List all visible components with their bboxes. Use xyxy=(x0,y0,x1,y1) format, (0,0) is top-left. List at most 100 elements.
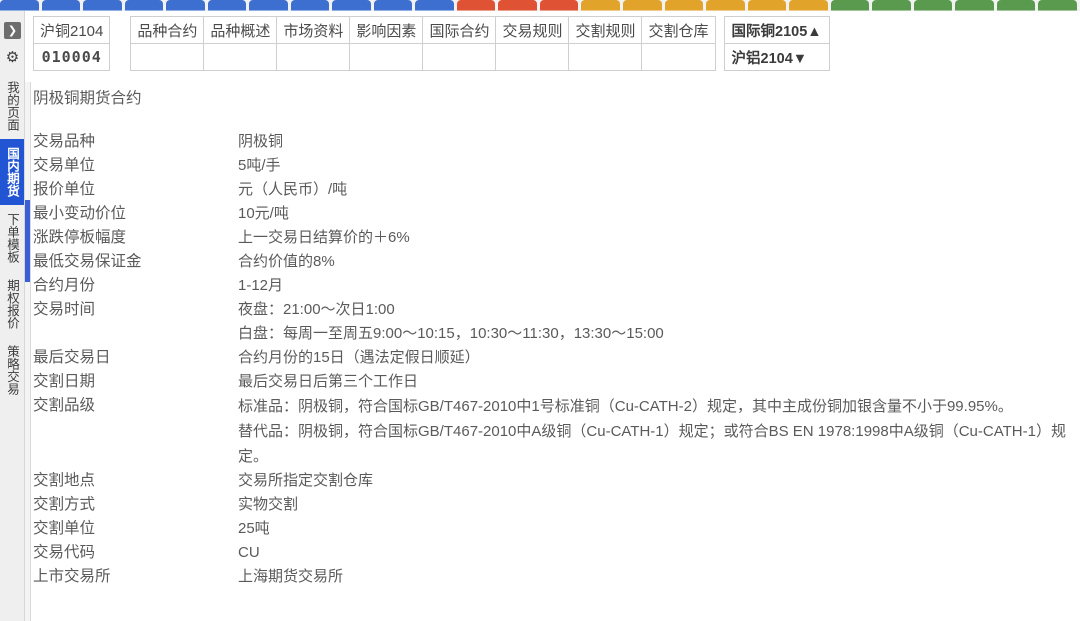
top-tab-blue-tabs-10[interactable] xyxy=(373,0,413,11)
sidebar-item-2[interactable]: 国内期货 xyxy=(0,139,24,205)
spec-value: 实物交割 xyxy=(238,493,298,517)
sidebar-item-3[interactable]: 下单模板 xyxy=(0,205,24,271)
spec-value-text: CU xyxy=(238,544,260,561)
spec-value: 最后交易日后第三个工作日 xyxy=(238,370,418,394)
sidebar-item-5[interactable]: 策略交易 xyxy=(0,337,24,403)
tab-jiaoyi-guize[interactable]: 交易规则 xyxy=(495,16,570,44)
top-tab-red-tabs-1[interactable] xyxy=(456,0,496,11)
quote-item-hulv[interactable]: 沪铝2104▼ xyxy=(723,43,830,71)
top-tab-green-tabs-1[interactable] xyxy=(830,0,870,11)
top-tab-orange-tabs-5[interactable] xyxy=(747,0,787,11)
spec-value-text: 交易所指定交割仓库 xyxy=(238,472,374,489)
spec-row: 交割单位 25吨 xyxy=(33,517,1073,541)
tab-jiaoge-cangku[interactable]: 交割仓库 xyxy=(641,16,716,44)
spec-label: 报价单位 xyxy=(33,181,96,198)
spec-value: 交易所指定交割仓库 xyxy=(238,469,373,493)
top-tab-red-tabs-3[interactable] xyxy=(539,0,579,11)
spec-label: 交易单位 xyxy=(33,157,96,174)
top-tab-green-tabs-5[interactable] xyxy=(996,0,1036,11)
spec-value-text: 1-12月 xyxy=(238,277,284,294)
sidebar-item-4[interactable]: 期权报价 xyxy=(0,271,24,337)
spec-row: 涨跌停板幅度 上一交易日结算价的＋6% xyxy=(33,226,1073,250)
top-tab-blue-tabs-5[interactable] xyxy=(166,0,205,11)
spec-label: 交易品种 xyxy=(33,133,96,150)
top-tab-blue-tabs-7[interactable] xyxy=(249,0,288,11)
spec-row: 交易品种 阴极铜 xyxy=(33,130,1073,154)
spec-value-text: 上海期货交易所 xyxy=(238,568,344,585)
quote-row-1[interactable]: 国际铜2105▲ xyxy=(723,16,830,44)
spec-label: 交易代码 xyxy=(33,544,96,561)
top-tab-blue-tabs-1[interactable] xyxy=(0,0,39,11)
spec-value-text: 实物交割 xyxy=(238,496,299,513)
top-tab-blue-tabs-9[interactable] xyxy=(332,0,371,11)
sidebar-item-list: 我的页面 国内期货 下单模板期权报价策略交易 xyxy=(0,73,24,403)
quote-list-table: 国际铜2105▲ 沪铝2104▼ xyxy=(723,16,830,71)
top-tab-blue-tabs-8[interactable] xyxy=(290,0,330,11)
top-tab-green-tabs-2[interactable] xyxy=(872,0,911,11)
page-title: 阴极铜期货合约 xyxy=(33,90,142,107)
left-sidebar: ❯ ⚙ 我的页面 国内期货 下单模板期权报价策略交易 xyxy=(0,11,25,621)
sidebar-collapse-icon[interactable]: ❯ xyxy=(4,22,21,39)
instrument-name-cell[interactable]: 沪铜2104 xyxy=(32,16,111,44)
top-tab-blue-tabs-3[interactable] xyxy=(83,0,122,11)
top-tab-green-tabs-3[interactable] xyxy=(913,0,953,11)
top-tab-blue-tabs-4[interactable] xyxy=(124,0,164,11)
tab-underlay-8 xyxy=(641,43,716,71)
spec-label: 上市交易所 xyxy=(33,568,111,585)
quote-item-guojitong[interactable]: 国际铜2105▲ xyxy=(723,16,830,44)
top-tab-green-tabs-6[interactable] xyxy=(1038,0,1077,11)
top-tab-blue-tabs-6[interactable] xyxy=(207,0,247,11)
spec-value: 10元/吨 xyxy=(238,202,289,226)
tab-pinzhong-gaishu[interactable]: 品种概述 xyxy=(203,16,278,44)
spec-row: 交易代码 CU xyxy=(33,541,1073,565)
spec-value: 合约月份的15日（遇法定假日顺延） xyxy=(238,346,480,370)
spec-row: 交易单位 5吨/手 xyxy=(33,154,1073,178)
spec-row: 报价单位 元（人民币）/吨 xyxy=(33,178,1073,202)
sidebar-item-label: 策略交易 xyxy=(5,345,19,395)
spec-row: 交割地点 交易所指定交割仓库 xyxy=(33,469,1073,493)
spec-row: 交割日期 最后交易日后第三个工作日 xyxy=(33,370,1073,394)
tab-gap-2 xyxy=(110,44,131,71)
top-tab-blue-tabs-2[interactable] xyxy=(41,0,81,11)
spec-value-text: 标准品：阴极铜，符合国标GB/T467-2010中1号标准铜（Cu-CATH-2… xyxy=(238,398,1013,415)
spec-label: 最低交易保证金 xyxy=(33,253,142,270)
top-tab-orange-tabs-1[interactable] xyxy=(581,0,620,11)
sidebar-item-1[interactable]: 我的页面 xyxy=(0,73,24,139)
spec-label: 合约月份 xyxy=(33,277,96,294)
spec-value-text: 最后交易日后第三个工作日 xyxy=(238,373,419,390)
tab-underlay-2 xyxy=(203,43,278,71)
top-tab-orange-tabs-3[interactable] xyxy=(664,0,704,11)
tab-guoji-heyue[interactable]: 国际合约 xyxy=(422,16,497,44)
spec-value: 25吨 xyxy=(238,517,270,541)
spec-value-text: 5吨/手 xyxy=(238,157,281,174)
spec-value-text: 阴极铜 xyxy=(238,133,284,150)
spec-value: 合约价值的8% xyxy=(238,250,335,274)
header-tab-area: 沪铜2104 品种合约 品种概述 市场资料 影响因素 国际合约 交易规则 交割规… xyxy=(32,16,830,71)
spec-label: 交割方式 xyxy=(33,496,96,513)
top-tab-orange-tabs-2[interactable] xyxy=(622,0,662,11)
spec-label: 交割品级 xyxy=(33,397,96,414)
sidebar-item-label: 期权报价 xyxy=(5,279,19,329)
spec-value-text: 合约价值的8% xyxy=(238,253,335,270)
tab-yingxiang-yinsu[interactable]: 影响因素 xyxy=(349,16,424,44)
top-tab-orange-tabs-4[interactable] xyxy=(706,0,745,11)
spec-value-text: 25吨 xyxy=(238,520,270,537)
gear-icon[interactable]: ⚙ xyxy=(4,49,21,66)
top-tab-orange-tabs-6[interactable] xyxy=(789,0,828,11)
tab-gap xyxy=(110,17,131,44)
tab-jiaoge-guize[interactable]: 交割规则 xyxy=(568,16,643,44)
instrument-tab-table: 沪铜2104 品种合约 品种概述 市场资料 影响因素 国际合约 交易规则 交割规… xyxy=(32,16,716,71)
top-tab-green-tabs-4[interactable] xyxy=(955,0,994,11)
spec-value-text: 合约月份的15日（遇法定假日顺延） xyxy=(238,349,480,366)
top-tab-red-tabs-2[interactable] xyxy=(498,0,537,11)
tab-shichang-ziliao[interactable]: 市场资料 xyxy=(276,16,351,44)
tab-pinzhong-heyue[interactable]: 品种合约 xyxy=(130,16,205,44)
spec-row: 交割品级 标准品：阴极铜，符合国标GB/T467-2010中1号标准铜（Cu-CA… xyxy=(33,394,1073,469)
top-tab-blue-tabs-11[interactable] xyxy=(415,0,454,11)
spec-value-text: 10元/吨 xyxy=(238,205,289,222)
quote-row-2[interactable]: 沪铝2104▼ xyxy=(723,43,830,71)
spec-label: 涨跌停板幅度 xyxy=(33,229,127,246)
spec-value: CU xyxy=(238,541,260,565)
spec-value: 夜盘：21:00～次日1:00 白盘：每周一至周五9:00～10:15，10:30… xyxy=(238,298,664,346)
spec-value-extra-line: 白盘：每周一至周五9:00～10:15，10:30～11:30，13:30～15… xyxy=(238,325,664,342)
